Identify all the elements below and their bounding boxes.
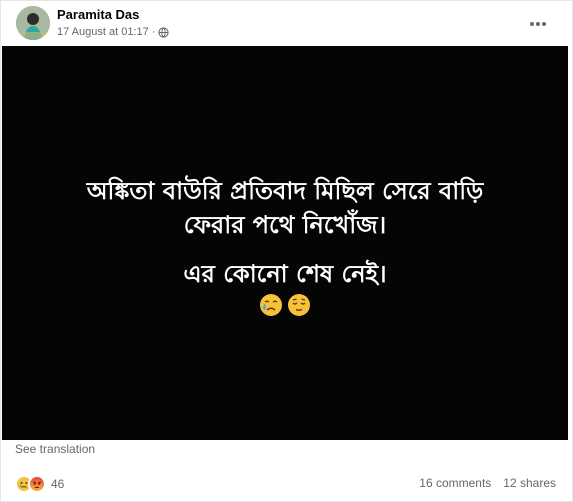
reaction-count: 46	[51, 477, 65, 491]
comments-count-link[interactable]: 16 comments	[419, 476, 491, 490]
ellipsis-icon	[529, 14, 547, 32]
facebook-post: Paramita Das 17 August at 01:17 · অঙ্কিত…	[0, 0, 573, 502]
reaction-summary[interactable]: 46	[15, 475, 64, 493]
angry-reaction-icon	[28, 475, 46, 493]
globe-icon	[158, 26, 170, 38]
image-text-line-2: ফেরার পথে নিখোঁজ।	[183, 211, 387, 239]
meta-separator: ·	[151, 26, 156, 38]
crying-face-icon	[259, 293, 283, 322]
author-name[interactable]: Paramita Das	[57, 7, 139, 22]
post-timestamp[interactable]: 17 August at 01:17	[57, 26, 149, 38]
see-translation-link[interactable]: See translation	[15, 442, 95, 456]
post-header: Paramita Das 17 August at 01:17 ·	[1, 1, 572, 49]
relieved-face-icon	[287, 293, 311, 322]
post-meta: 17 August at 01:17 ·	[57, 26, 170, 38]
avatar[interactable]	[16, 6, 50, 40]
image-text-line-3: এর কোনো শেষ নেই।	[183, 260, 387, 288]
more-options-button[interactable]	[526, 11, 550, 35]
image-emojis	[2, 293, 568, 322]
engagement-stats: 16 comments 12 shares	[419, 476, 556, 490]
post-image[interactable]: অঙ্কিতা বাউরি প্রতিবাদ মিছিল সেরে বাড়ি …	[2, 46, 568, 440]
shares-count-link[interactable]: 12 shares	[503, 476, 556, 490]
